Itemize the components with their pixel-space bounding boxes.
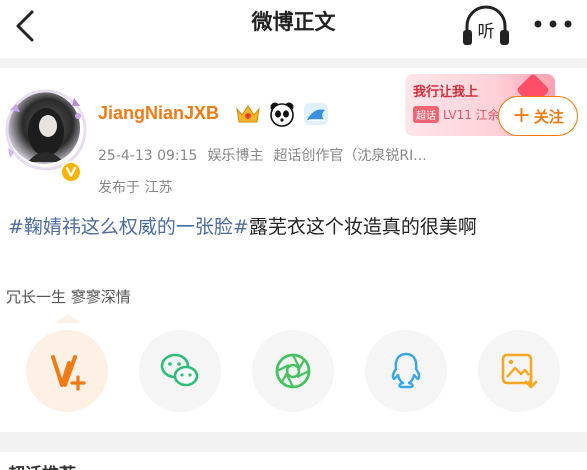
share-moments-button[interactable]: [252, 330, 334, 412]
post-content: #鞠婧祎这么权威的一张脸#露芜衣这个妆造真的很美啊: [8, 212, 477, 239]
plus-icon: +: [512, 103, 531, 128]
post-body-text: 露芜衣这个妆造真的很美啊: [248, 216, 477, 238]
section-divider: [0, 58, 587, 68]
post-topic: 冗长一生 寥寥深情: [6, 288, 131, 306]
promo-level: LV11 江余: [443, 108, 500, 122]
section-title: 超话推荐: [8, 460, 76, 470]
follow-label: 关注: [533, 107, 564, 126]
post-card: JiangNianJXB 25-4-13 09:15 娱乐博主 超话创作官（沈泉锐R…: [0, 68, 587, 432]
post-time: 25-4-13 09:15: [98, 148, 198, 164]
follow-button[interactable]: + 关注: [498, 96, 578, 136]
more-dots-icon: [534, 20, 572, 28]
post-meta: 25-4-13 09:15 娱乐博主 超话创作官（沈泉锐RI...: [98, 145, 437, 165]
supertopic-recommend-section: 超话推荐: [0, 452, 587, 470]
hashtag-link[interactable]: #鞠婧祎这么权威的一张脸#: [8, 216, 249, 238]
post-location: 发布于 江苏: [98, 180, 173, 196]
verified-badge-icon: [60, 161, 82, 183]
share-qq-icon: [391, 352, 421, 389]
panda-badge-icon[interactable]: [268, 101, 296, 127]
share-vplus-icon: [51, 355, 86, 391]
author-name[interactable]: JiangNianJXB: [98, 103, 219, 124]
shark-badge-icon[interactable]: [302, 101, 330, 127]
share-vplus-button[interactable]: [26, 330, 108, 412]
share-wechat-icon: [160, 353, 199, 387]
author-badges: [234, 100, 330, 128]
crown-badge-icon[interactable]: [234, 101, 262, 127]
more-button[interactable]: [528, 8, 578, 40]
author-avatar[interactable]: [4, 88, 88, 183]
promo-subline: 超话 LV11 江余: [413, 106, 500, 123]
avatar-frame-icon: [5, 89, 87, 171]
share-row: [0, 324, 587, 414]
listen-button[interactable]: 听: [460, 4, 512, 48]
selection-pointer: [55, 314, 81, 323]
promo-chip: 超话: [413, 106, 439, 123]
share-wechat-button[interactable]: [139, 330, 221, 412]
top-nav-bar: 微博正文 听: [0, 0, 587, 58]
section-divider: [0, 432, 587, 452]
share-save-image-button[interactable]: [478, 330, 560, 412]
promo-title: 我行让我上: [413, 85, 479, 100]
listen-glyph: 听: [478, 22, 495, 42]
share-qq-button[interactable]: [365, 330, 447, 412]
author-role-secondary: 超话创作官（沈泉锐RI...: [273, 148, 427, 164]
headphones-listen-icon: 听: [463, 5, 509, 45]
share-moments-icon: [275, 353, 311, 389]
author-role: 娱乐博主: [207, 148, 264, 164]
share-save-image-icon: [501, 353, 538, 389]
